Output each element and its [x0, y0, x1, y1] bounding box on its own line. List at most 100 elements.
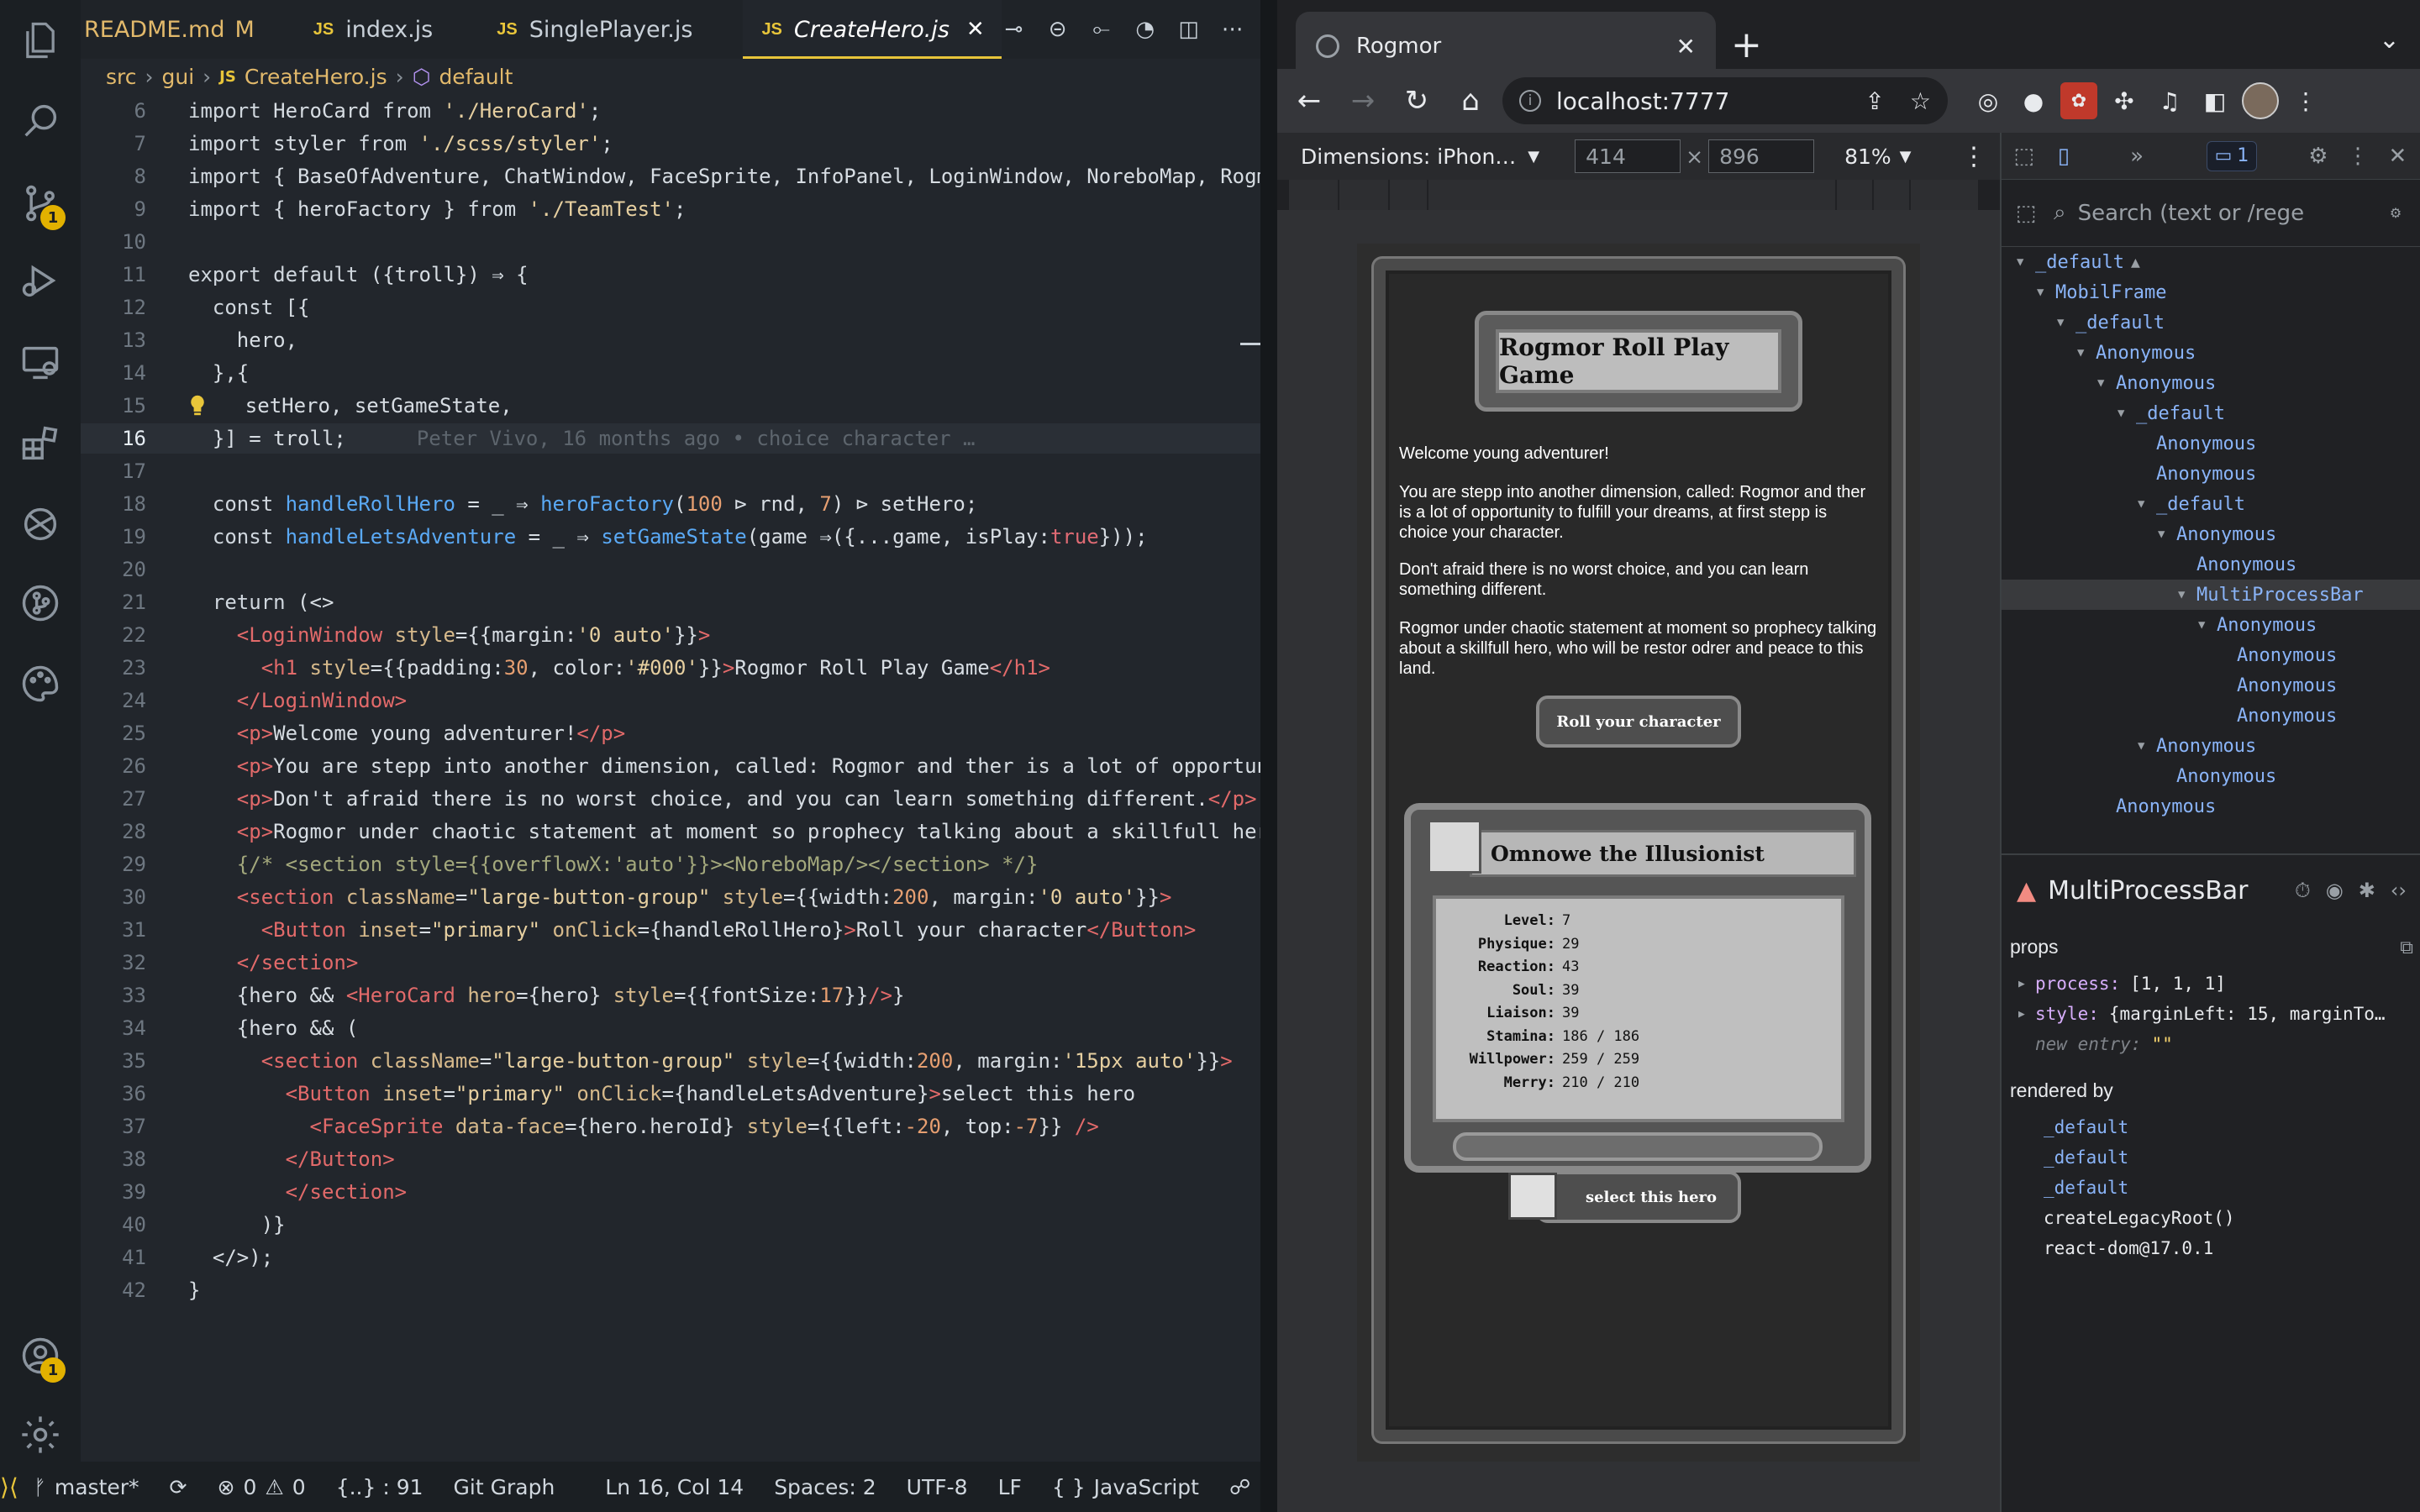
component-tree-node[interactable]: Anonymous	[2002, 761, 2420, 791]
select-hero-button[interactable]: select this hero	[1536, 1171, 1741, 1223]
devtools-settings-gear-icon[interactable]: ⚙	[2306, 142, 2330, 171]
share-icon[interactable]: ⇪	[1865, 87, 1884, 115]
messages-badge[interactable]: ▭ 1	[2206, 140, 2258, 171]
code-line[interactable]: 16 }] = troll; Peter Vivo, 16 months ago …	[81, 423, 1260, 454]
testing-icon[interactable]	[17, 501, 64, 548]
code-line[interactable]: 9 import { heroFactory } from './TeamTest…	[81, 194, 1260, 224]
component-tree-node[interactable]: ▼ Anonymous	[2002, 519, 2420, 549]
code-line[interactable]: 42}	[81, 1275, 1260, 1305]
new-prop-entry[interactable]: new entry: ""	[2002, 1029, 2420, 1059]
code-line[interactable]: 37 <FaceSprite data-face={hero.heroId} s…	[81, 1111, 1260, 1142]
component-tree-node[interactable]: ▼ Anonymous	[2002, 368, 2420, 398]
code-line[interactable]: 41 </>);	[81, 1242, 1260, 1273]
tab-readme[interactable]: README.md M	[81, 0, 280, 59]
lightbulb-icon[interactable]	[188, 394, 207, 417]
close-tab-icon[interactable]: ✕	[1676, 33, 1696, 60]
tab-createhero-js[interactable]: JS CreateHero.js ✕	[743, 0, 1002, 59]
accounts-icon[interactable]: 1	[17, 1332, 66, 1383]
run-debug-icon[interactable]	[17, 257, 64, 304]
tab-search-chevron-icon[interactable]: ⌄	[2379, 25, 2400, 55]
git-commit-icon[interactable]: ⊝	[1045, 17, 1071, 42]
code-line[interactable]: 24 </LoginWindow>	[81, 685, 1260, 716]
device-dropdown[interactable]: Dimensions: iPhon…	[1301, 144, 1516, 169]
feedback-icon[interactable]: ☍	[1214, 1475, 1265, 1499]
code-line[interactable]: 38 </Button>	[81, 1144, 1260, 1174]
expand-triangle-icon[interactable]: ▼	[2077, 346, 2096, 360]
branch-indicator[interactable]: ᚠ master*	[18, 1475, 155, 1499]
rendered-by-item[interactable]: _default	[2002, 1173, 2420, 1203]
code-line[interactable]: 6 import HeroCard from './HeroCard';	[81, 96, 1260, 126]
component-tree-node[interactable]: ▼ _default	[2002, 489, 2420, 519]
side-panel-icon[interactable]: ◧	[2196, 82, 2233, 119]
code-line[interactable]: 36 <Button inset="primary" onClick={hand…	[81, 1079, 1260, 1109]
end-of-line[interactable]: LF	[983, 1475, 1037, 1499]
home-icon[interactable]: ⌂	[1444, 84, 1497, 118]
component-tree-node[interactable]: Anonymous	[2002, 670, 2420, 701]
device-height-input[interactable]: 896	[1708, 139, 1815, 173]
code-line[interactable]: 14 },{	[81, 358, 1260, 388]
component-tree-node[interactable]: ▼ _default	[2002, 307, 2420, 338]
expand-triangle-icon[interactable]: ▼	[2138, 497, 2156, 511]
device-width-input[interactable]: 414	[1575, 139, 1681, 173]
tab-singleplayer-js[interactable]: JS SinglePlayer.js	[483, 0, 743, 59]
code-line[interactable]: 32 </section>	[81, 948, 1260, 978]
more-actions-icon[interactable]: ⋯	[1220, 17, 1245, 42]
component-settings-gear-icon[interactable]: ⚙	[2381, 199, 2410, 228]
code-line[interactable]: 18 const handleRollHero = _ ⇒ heroFactor…	[81, 489, 1260, 519]
address-bar[interactable]: i localhost:7777 ⇪ ☆	[1502, 77, 1948, 124]
expand-triangle-icon[interactable]: ▼	[2198, 618, 2217, 632]
code-line[interactable]: 31 <Button inset="primary" onClick={hand…	[81, 915, 1260, 945]
indentation[interactable]: Spaces: 2	[759, 1475, 891, 1499]
inspect-eye-icon[interactable]: ◉	[2326, 879, 2344, 902]
code-line[interactable]: 35 <section className="large-button-grou…	[81, 1046, 1260, 1076]
back-icon[interactable]: ←	[1282, 84, 1336, 118]
prop-row[interactable]: ▶ style: {marginLeft: 15, marginTo…	[2002, 999, 2420, 1029]
expand-triangle-icon[interactable]: ▼	[2158, 528, 2176, 541]
expand-triangle-icon[interactable]: ▼	[2138, 739, 2156, 753]
new-tab-icon[interactable]: +	[1731, 24, 1762, 66]
expand-triangle-icon[interactable]: ▼	[2017, 255, 2035, 269]
browser-menu-icon[interactable]: ⋮	[2287, 82, 2324, 119]
remote-explorer-icon[interactable]	[17, 339, 64, 386]
component-tree-node[interactable]: ▼ _default ▲	[2002, 247, 2420, 277]
expand-triangle-icon[interactable]: ▶	[2018, 1008, 2035, 1021]
media-query-ruler[interactable]	[1289, 180, 1978, 210]
component-tree-node[interactable]: ▼ _default	[2002, 398, 2420, 428]
theme-palette-icon[interactable]	[17, 660, 64, 707]
extension-target-icon[interactable]: ◎	[1970, 82, 2007, 119]
explorer-icon[interactable]	[17, 17, 64, 64]
suspend-timer-icon[interactable]: ⏱	[2295, 879, 2311, 902]
expand-triangle-icon[interactable]: ▼	[2178, 588, 2196, 601]
component-tree-node[interactable]: ▼ MobilFrame	[2002, 277, 2420, 307]
media-controls-icon[interactable]: ♫	[2151, 82, 2188, 119]
expand-triangle-icon[interactable]: ▼	[2118, 407, 2136, 420]
code-line[interactable]: 39 </section>	[81, 1177, 1260, 1207]
code-line[interactable]: 40 )}	[81, 1210, 1260, 1240]
code-line[interactable]: 33 {hero && <HeroCard hero={hero} style=…	[81, 980, 1260, 1011]
copy-props-icon[interactable]: ⧉	[2400, 937, 2413, 958]
rendered-by-item[interactable]: _default	[2002, 1142, 2420, 1173]
code-line[interactable]: 27 <p>Don't afraid there is no worst cho…	[81, 784, 1260, 814]
expand-triangle-icon[interactable]: ▼	[2097, 376, 2116, 390]
breadcrumb-src[interactable]: src	[106, 65, 137, 89]
component-tree-node[interactable]: ▼ Anonymous	[2002, 731, 2420, 761]
tab-index-js[interactable]: JS index.js	[280, 0, 484, 59]
device-more-icon[interactable]: ⋮	[1961, 142, 1986, 171]
code-editor[interactable]: 6 import HeroCard from './HeroCard'; 7 impo…	[81, 94, 1260, 1463]
component-tree-node[interactable]: Anonymous	[2002, 549, 2420, 580]
expand-triangle-icon[interactable]: ▶	[2018, 978, 2035, 990]
reload-icon[interactable]: ↻	[1390, 84, 1444, 118]
more-tabs-icon[interactable]: »	[2125, 142, 2149, 171]
code-line[interactable]: 30 <section className="large-button-grou…	[81, 882, 1260, 912]
remote-indicator-icon[interactable]: ⟩⟨	[0, 1462, 18, 1512]
code-line[interactable]: 29 {/* <section style={{overflowX:'auto'…	[81, 849, 1260, 879]
search-icon[interactable]	[17, 97, 64, 144]
extension-leaf-icon[interactable]: ●	[2015, 82, 2052, 119]
select-component-icon[interactable]: ⬚	[2012, 199, 2040, 228]
component-tree-node[interactable]: Anonymous	[2002, 791, 2420, 822]
component-tree-node[interactable]: Anonymous	[2002, 640, 2420, 670]
roll-character-button[interactable]: Roll your character	[1536, 696, 1741, 748]
site-info-icon[interactable]: i	[1519, 90, 1541, 112]
code-line[interactable]: 26 <p>You are stepp into another dimensi…	[81, 751, 1260, 781]
profile-avatar[interactable]	[2242, 82, 2279, 119]
